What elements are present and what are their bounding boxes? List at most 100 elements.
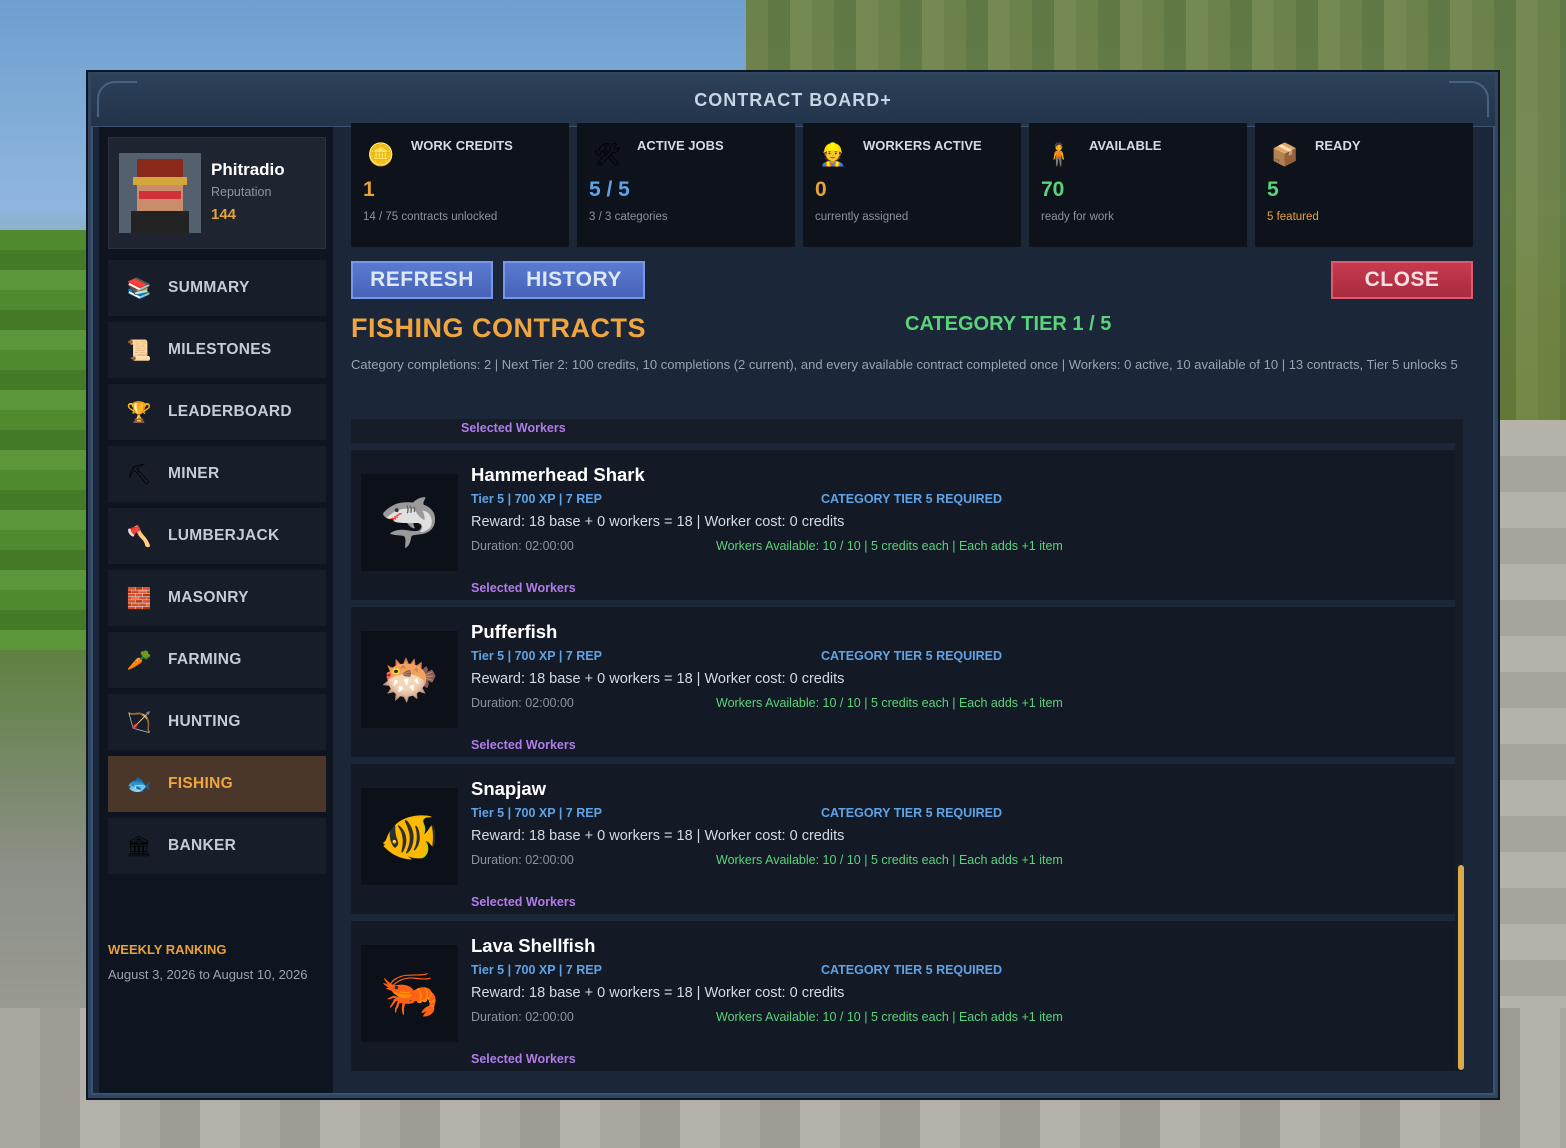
contract-tier: Tier 5 | 700 XP | 7 REP <box>471 649 602 663</box>
sidebar-item-banker[interactable]: 🏛 BANKER <box>108 818 326 874</box>
sidebar-item-fishing[interactable]: 🐟 FISHING <box>108 756 326 812</box>
contract-requirement: CATEGORY TIER 5 REQUIRED <box>821 649 1003 663</box>
contract-name: Lava Shellfish <box>471 935 596 956</box>
sidebar-item-leaderboard[interactable]: 🏆 LEADERBOARD <box>108 384 326 440</box>
title-bar: CONTRACT BOARD+ <box>91 75 1495 127</box>
scrollbar-thumb[interactable] <box>1458 865 1464 1070</box>
contract-thumbnail: 🦈 <box>361 474 458 571</box>
stat-value: 0 <box>815 178 827 201</box>
contract-reward: Reward: 18 base + 0 workers = 18 | Worke… <box>471 671 845 687</box>
stat-subtitle: 14 / 75 contracts unlocked <box>363 211 498 223</box>
main-panel: 🪙 WORK CREDITS 1 14 / 75 contracts unlocked… <box>341 123 1481 1093</box>
contract-reward: Reward: 18 base + 0 workers = 18 | Worke… <box>471 985 845 1001</box>
contract-thumbnail: 🦐 <box>361 945 458 1042</box>
sidebar-item-label: HUNTING <box>168 713 241 730</box>
stat-value: 5 <box>1267 178 1279 201</box>
sidebar-item-milestones[interactable]: 📜 MILESTONES <box>108 322 326 378</box>
stat-value: 5 / 5 <box>589 178 630 201</box>
sidebar-item-summary[interactable]: 📚 SUMMARY <box>108 260 326 316</box>
trophy-icon: 🏆 <box>126 401 152 424</box>
reputation-value: 144 <box>211 206 237 223</box>
corner-ornament-right <box>1449 81 1489 117</box>
history-button[interactable]: HISTORY <box>503 261 645 299</box>
corner-ornament-left <box>97 81 137 117</box>
profile-name: Phitradio <box>211 160 285 179</box>
contract-tier: Tier 5 | 700 XP | 7 REP <box>471 806 602 820</box>
sidebar-item-label: BANKER <box>168 837 237 854</box>
category-info: Category completions: 2 | Next Tier 2: 1… <box>351 357 1458 372</box>
stat-subtitle: ready for work <box>1041 211 1114 223</box>
contract-card[interactable]: 🦐 Lava Shellfish Tier 5 | 700 XP | 7 REP CA… <box>351 920 1463 1071</box>
selected-workers-label[interactable]: Selected Workers <box>461 421 566 435</box>
close-button[interactable]: CLOSE <box>1331 261 1473 299</box>
stat-card-ready: 📦 READY 5 5 featured <box>1255 123 1473 247</box>
snapjaw-icon: 🐠 <box>379 811 440 864</box>
contract-requirement: CATEGORY TIER 5 REQUIRED <box>821 492 1003 506</box>
worker-icon: 👷 <box>819 142 847 167</box>
contract-name: Hammerhead Shark <box>471 464 645 485</box>
axe-icon: 🪓 <box>126 525 152 548</box>
contract-workers-available: Workers Available: 10 / 10 | 5 credits e… <box>716 539 1063 553</box>
trowel-icon: 🧱 <box>126 587 152 610</box>
contract-duration: Duration: 02:00:00 <box>471 853 574 867</box>
category-tier: CATEGORY TIER 1 / 5 <box>905 313 1112 335</box>
stat-title: ACTIVE JOBS <box>637 138 724 153</box>
reputation-label: Reputation <box>211 185 272 199</box>
sidebar-item-lumberjack[interactable]: 🪓 LUMBERJACK <box>108 508 326 564</box>
stat-value: 1 <box>363 178 375 201</box>
contract-tier: Tier 5 | 700 XP | 7 REP <box>471 492 602 506</box>
stat-card-workers-active: 👷 WORKERS ACTIVE 0 currently assigned <box>803 123 1021 247</box>
contract-card[interactable]: 🐡 Pufferfish Tier 5 | 700 XP | 7 REP CATEGO… <box>351 606 1463 757</box>
contract-card[interactable]: 🦈 Hammerhead Shark Tier 5 | 700 XP | 7 REP… <box>351 449 1463 600</box>
contract-requirement: CATEGORY TIER 5 REQUIRED <box>821 806 1003 820</box>
shellfish-icon: 🦐 <box>379 968 440 1021</box>
wagon-icon: 🛠 <box>593 142 621 167</box>
sidebar-item-hunting[interactable]: 🏹 HUNTING <box>108 694 326 750</box>
contract-reward: Reward: 18 base + 0 workers = 18 | Worke… <box>471 514 845 530</box>
shark-icon: 🦈 <box>379 497 440 550</box>
sidebar-item-label: MILESTONES <box>168 341 272 358</box>
selected-workers-label[interactable]: Selected Workers <box>471 581 576 595</box>
contract-thumbnail: 🐠 <box>361 788 458 885</box>
sidebar-item-label: MINER <box>168 465 220 482</box>
section-title: FISHING CONTRACTS <box>351 313 646 343</box>
contract-duration: Duration: 02:00:00 <box>471 696 574 710</box>
sidebar-item-label: SUMMARY <box>168 279 250 296</box>
villager-icon: 🧍 <box>1045 142 1073 167</box>
contract-reward: Reward: 18 base + 0 workers = 18 | Worke… <box>471 828 845 844</box>
contract-name: Snapjaw <box>471 778 547 799</box>
stat-value: 70 <box>1041 178 1065 201</box>
contract-card[interactable]: 🐠 Snapjaw Tier 5 | 700 XP | 7 REP CATEGORY … <box>351 763 1463 914</box>
refresh-button[interactable]: REFRESH <box>351 261 493 299</box>
selected-workers-label[interactable]: Selected Workers <box>471 738 576 752</box>
bank-icon: 🏛 <box>126 835 152 858</box>
stat-card-available: 🧍 AVAILABLE 70 ready for work <box>1029 123 1247 247</box>
stat-subtitle: 3 / 3 categories <box>589 211 668 223</box>
pufferfish-icon: 🐡 <box>379 654 440 707</box>
selected-workers-label[interactable]: Selected Workers <box>471 1052 576 1066</box>
stats-row: 🪙 WORK CREDITS 1 14 / 75 contracts unlocked… <box>351 123 1473 247</box>
sidebar-item-miner[interactable]: ⛏ MINER <box>108 446 326 502</box>
sidebar-item-label: FISHING <box>168 775 233 792</box>
profile-card: Phitradio Reputation 144 <box>108 137 326 249</box>
avatar <box>119 153 201 233</box>
contract-list[interactable]: Selected Workers 🦈 Hammerhead Shark Tier 5… <box>351 419 1463 1089</box>
map-icon: 📜 <box>126 339 152 362</box>
contract-duration: Duration: 02:00:00 <box>471 539 574 553</box>
sidebar-item-masonry[interactable]: 🧱 MASONRY <box>108 570 326 626</box>
category-nav: 📚 SUMMARY 📜 MILESTONES 🏆 LEADERBOARD ⛏ MINER 🪓 LU… <box>108 260 326 880</box>
contract-name: Pufferfish <box>471 621 558 642</box>
carrot-icon: 🥕 <box>126 649 152 672</box>
selected-workers-label[interactable]: Selected Workers <box>471 895 576 909</box>
sidebar-item-label: FARMING <box>168 651 242 668</box>
window-title: CONTRACT BOARD+ <box>694 90 892 110</box>
sidebar-item-farming[interactable]: 🥕 FARMING <box>108 632 326 688</box>
pickaxe-icon: ⛏ <box>126 463 152 486</box>
stat-card-active-jobs: 🛠 ACTIVE JOBS 5 / 5 3 / 3 categories <box>577 123 795 247</box>
contract-workers-available: Workers Available: 10 / 10 | 5 credits e… <box>716 1010 1063 1024</box>
stat-card-work-credits: 🪙 WORK CREDITS 1 14 / 75 contracts unlocked <box>351 123 569 247</box>
sidebar-item-label: LUMBERJACK <box>168 527 280 544</box>
weekly-ranking-dates: August 3, 2026 to August 10, 2026 <box>108 967 308 982</box>
books-icon: 📚 <box>126 277 152 300</box>
chest-icon: 📦 <box>1271 142 1299 167</box>
